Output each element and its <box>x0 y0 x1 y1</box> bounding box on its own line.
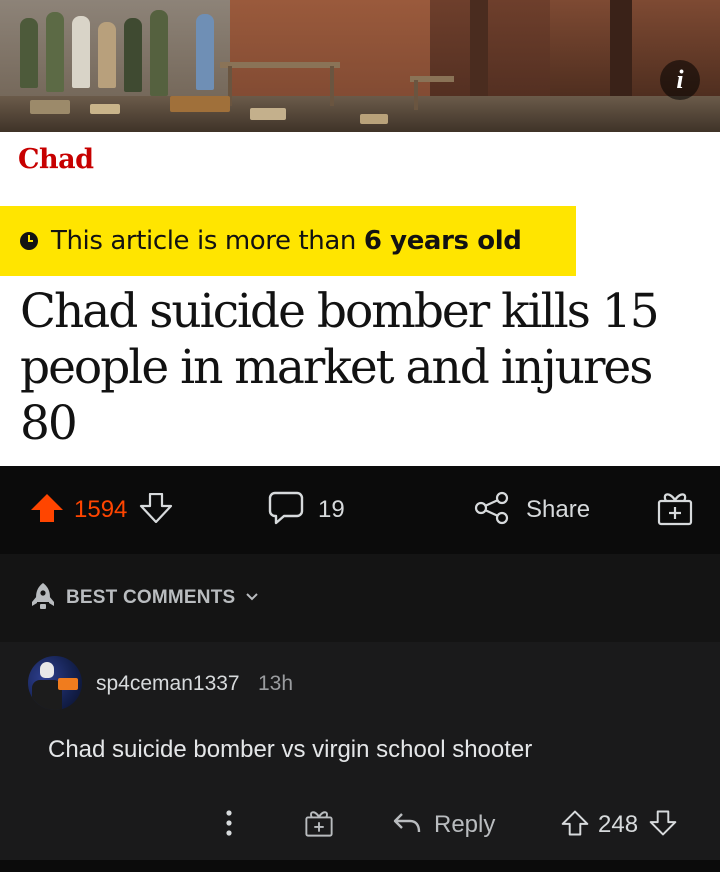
sort-label: BEST COMMENTS <box>66 587 236 608</box>
comment-vote-group: 248 <box>560 802 678 848</box>
reply-icon <box>392 810 422 841</box>
post-action-bar: 1594 19 Share <box>0 466 720 554</box>
comment-timestamp: 13h <box>258 672 294 695</box>
bottom-strip <box>0 860 720 872</box>
comment-action-bar: Reply 248 <box>0 802 720 848</box>
comment-username[interactable]: sp4ceman1337 <box>96 672 240 696</box>
article-headline: Chad suicide bomber kills 15 people in m… <box>20 284 660 451</box>
avatar[interactable] <box>28 656 82 710</box>
upvote-icon[interactable] <box>30 493 64 528</box>
clock-icon <box>20 232 38 250</box>
comments-button[interactable]: 19 <box>268 466 345 554</box>
comment-card: sp4ceman1337 13h Chad suicide bomber vs … <box>0 642 720 860</box>
age-notice-banner: This article is more than 6 years old <box>0 206 576 276</box>
share-icon <box>474 491 510 530</box>
downvote-icon[interactable] <box>139 492 173 528</box>
more-icon <box>222 808 236 843</box>
vote-group: 1594 <box>30 466 173 554</box>
age-notice-text: This article is more than 6 years old <box>51 226 522 256</box>
award-icon <box>304 808 334 843</box>
article-photo: i <box>0 0 720 132</box>
reply-label: Reply <box>434 811 496 838</box>
comment-icon <box>268 491 304 530</box>
downvote-icon[interactable] <box>648 809 678 842</box>
comment-sort-bar[interactable]: BEST COMMENTS <box>0 554 720 642</box>
upvote-icon[interactable] <box>560 809 590 842</box>
award-icon <box>656 489 694 532</box>
chevron-down-icon <box>245 589 259 607</box>
more-options-button[interactable] <box>222 802 236 848</box>
share-button[interactable]: Share <box>474 466 590 554</box>
article-image[interactable]: i Chad This article is more than 6 years… <box>0 0 720 466</box>
comment-award-button[interactable] <box>304 802 334 848</box>
comment-body: Chad suicide bomber vs virgin school sho… <box>48 736 533 763</box>
post-score: 1594 <box>74 496 128 523</box>
reply-button[interactable]: Reply <box>392 802 495 848</box>
rocket-icon <box>30 582 56 615</box>
comment-score: 248 <box>598 811 639 838</box>
section-label: Chad <box>18 144 94 175</box>
comment-count: 19 <box>318 496 345 523</box>
info-icon[interactable]: i <box>660 60 700 100</box>
award-button[interactable] <box>656 466 694 554</box>
share-label: Share <box>526 496 591 523</box>
